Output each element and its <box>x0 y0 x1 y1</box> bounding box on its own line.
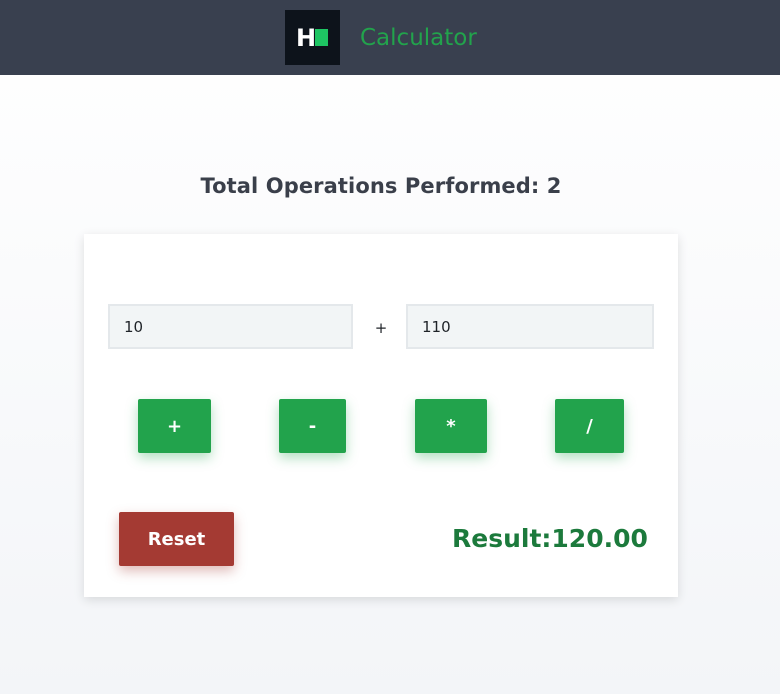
result-display: Result:120.00 <box>452 524 648 553</box>
add-button[interactable]: + <box>138 399 211 453</box>
first-number-input[interactable] <box>108 304 353 349</box>
logo-letter: H <box>296 24 317 52</box>
divide-button[interactable]: / <box>555 399 624 453</box>
second-number-input[interactable] <box>406 304 654 349</box>
hackerrank-logo-icon: H <box>285 10 340 65</box>
total-operations-heading: Total Operations Performed: 2 <box>200 174 562 198</box>
calculator-card: + + - * / Reset Result:120.00 <box>84 234 678 597</box>
subtract-button[interactable]: - <box>279 399 346 453</box>
app-header: H Calculator <box>0 0 780 75</box>
operator-sign: + <box>374 319 388 337</box>
app-title: Calculator <box>360 25 477 51</box>
reset-button[interactable]: Reset <box>119 512 234 566</box>
multiply-button[interactable]: * <box>415 399 487 453</box>
logo-block <box>315 29 328 46</box>
